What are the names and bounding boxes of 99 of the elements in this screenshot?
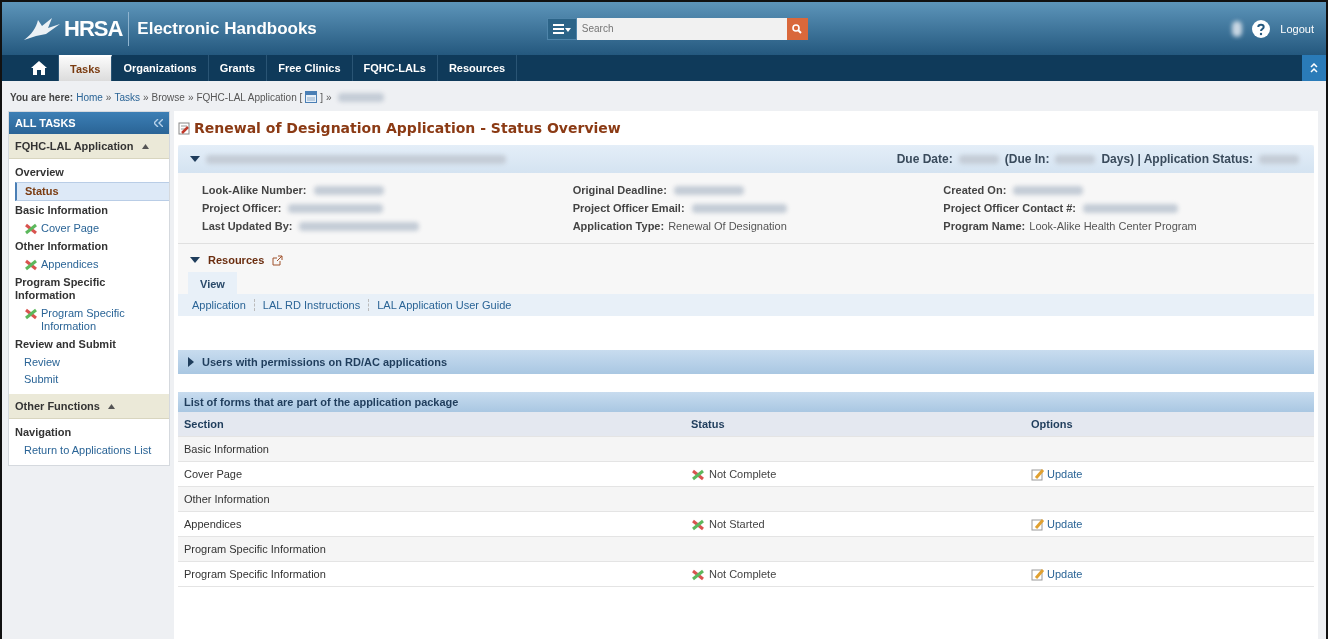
section-title: FQHC-LAL Application	[15, 140, 134, 152]
breadcrumb-link[interactable]: Tasks	[114, 91, 140, 103]
sidebar-title: ALL TASKS	[15, 117, 76, 129]
sidebar-item[interactable]: Return to Applications List	[9, 442, 169, 459]
sidebar-group-heading: Navigation	[14, 425, 73, 440]
edit-icon	[1031, 567, 1045, 581]
sidebar-item[interactable]: Cover Page	[9, 220, 169, 237]
blurred-value	[958, 154, 999, 164]
field-label: Project Officer Contact #:	[943, 202, 1076, 214]
field-label: Look-Alike Number:	[202, 184, 307, 196]
field-label: Last Updated By:	[202, 220, 293, 232]
sidebar-group-heading: Basic Information	[14, 203, 109, 218]
edit-icon	[1031, 517, 1045, 531]
status-cell: Not Complete	[685, 467, 1025, 481]
nav-tab[interactable]: Tasks	[59, 55, 113, 81]
column-header: Status	[690, 418, 726, 430]
nav-tab[interactable]: FQHC-LALs	[352, 55, 438, 81]
breadcrumb-text: »	[105, 91, 112, 103]
field-label: Application Type:	[572, 220, 665, 232]
search-button[interactable]	[786, 17, 808, 40]
due-info-text: Days) | Application Status:	[1101, 152, 1253, 166]
breadcrumb-text: FQHC-LAL Application [	[196, 91, 303, 103]
group-cell-text: Basic Information	[183, 443, 270, 455]
sidebar-section-header[interactable]: FQHC-LAL Application	[9, 134, 169, 159]
collapse-sidebar-icon	[154, 119, 163, 127]
resource-link[interactable]: LAL Application User Guide	[377, 299, 512, 311]
breadcrumb-link[interactable]: Home	[76, 91, 103, 103]
sidebar-group-heading: Review and Submit	[14, 337, 117, 352]
update-link[interactable]: Update	[1031, 517, 1083, 531]
users-section-header[interactable]: Users with permissions on RD/AC applications	[178, 350, 1314, 374]
sidebar-group-heading: Other Information	[14, 239, 109, 254]
sidebar-group-heading: Overview	[14, 165, 65, 180]
cross-icon	[691, 568, 705, 581]
table-cell-text: Program Specific Information	[183, 568, 327, 580]
breadcrumb-text: ]	[320, 91, 324, 103]
collapse-header-button[interactable]	[1302, 55, 1326, 81]
sidebar-section-header[interactable]: Other Functions	[9, 394, 169, 419]
field-value: Look-Alike Health Center Program	[1029, 220, 1197, 232]
sidebar-item[interactable]: Submit	[9, 371, 169, 388]
field-label: Created On:	[943, 184, 1007, 196]
cross-icon	[691, 518, 705, 531]
group-cell-text: Program Specific Information	[183, 543, 327, 555]
table-cell-text: Cover Page	[183, 468, 244, 480]
double-chevron-up-icon	[1310, 63, 1318, 73]
table-caption: List of forms that are part of the application package	[178, 392, 1314, 412]
form-icon	[178, 121, 190, 135]
update-link[interactable]: Update	[1031, 567, 1083, 581]
page-title: Renewal of Designation Application - Status Overview	[194, 120, 621, 136]
resource-link[interactable]: Application	[192, 299, 246, 311]
update-link[interactable]: Update	[1031, 467, 1083, 481]
avatar-icon	[1232, 20, 1243, 37]
due-info-text: Due Date:	[896, 152, 953, 166]
nav-tab[interactable]: Free Clinics	[267, 55, 353, 81]
section-title: Other Functions	[15, 400, 100, 412]
breadcrumb-text: »	[143, 91, 149, 103]
search-menu-button[interactable]	[546, 17, 577, 40]
sidebar-item[interactable]: Appendices	[9, 256, 169, 273]
help-icon[interactable]	[1252, 19, 1271, 38]
home-icon	[31, 61, 47, 75]
group-cell-text: Other Information	[183, 493, 271, 505]
table-cell-text: Appendices	[183, 518, 243, 530]
resources-title: Resources	[208, 254, 265, 266]
section-title: Users with permissions on RD/AC applications	[202, 356, 448, 368]
field-label: Original Deadline:	[572, 184, 667, 196]
search-icon	[792, 23, 803, 34]
menu-icon	[552, 22, 571, 35]
status-cell: Not Started	[685, 517, 1025, 531]
logo-text: HRSA	[64, 15, 123, 42]
external-link-icon	[272, 254, 284, 266]
sidebar-group-heading: Program Specific Information	[14, 275, 107, 303]
sidebar-item[interactable]: Program Specific Information	[9, 305, 169, 335]
logout-link[interactable]: Logout	[1280, 22, 1314, 35]
blurred-value	[1055, 154, 1096, 164]
view-tab[interactable]: View	[188, 272, 237, 294]
breadcrumb-text: »	[187, 91, 194, 103]
field-value: Renewal Of Designation	[668, 220, 787, 232]
nav-tab[interactable]: Resources	[437, 55, 518, 81]
field-label: Project Officer Email:	[572, 202, 685, 214]
breadcrumb-text: Browse	[151, 91, 185, 103]
column-header: Section	[183, 418, 225, 430]
column-header: Options	[1030, 418, 1074, 430]
status-cell: Not Complete	[685, 567, 1025, 581]
cross-icon	[691, 468, 705, 481]
sidebar-item[interactable]: Review	[9, 354, 169, 371]
nav-tab[interactable]: Organizations	[112, 55, 209, 81]
nav-tab[interactable]: Grants	[208, 55, 268, 81]
resource-link[interactable]: LAL RD Instructions	[262, 299, 361, 311]
breadcrumb-text: »	[326, 91, 332, 103]
due-info-text: (Due In:	[1004, 152, 1050, 166]
field-label: Project Officer:	[202, 202, 282, 214]
edit-icon	[1031, 467, 1045, 481]
sidebar-item[interactable]: Status	[15, 182, 169, 201]
calendar-icon	[305, 91, 318, 103]
blurred-value	[1259, 154, 1299, 164]
app-title: Electronic Handbooks	[137, 18, 317, 39]
field-label: Program Name:	[943, 220, 1026, 232]
search-field[interactable]: Search	[576, 17, 787, 40]
blurred-value	[337, 92, 384, 102]
breadcrumb-label: You are here:	[10, 91, 74, 103]
